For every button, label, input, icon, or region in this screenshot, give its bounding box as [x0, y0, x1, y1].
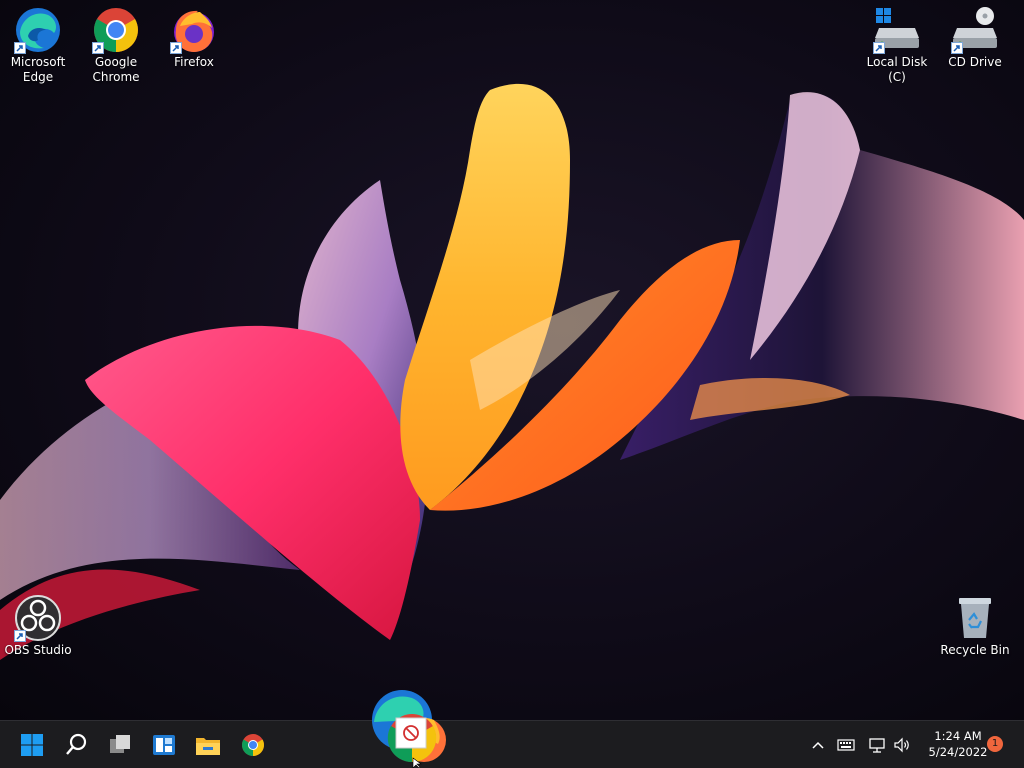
- desktop-icon-label: Firefox: [174, 55, 214, 69]
- clock-time: 1:24 AM: [934, 729, 982, 743]
- chrome-icon: [242, 734, 264, 756]
- show-hidden-icons-button[interactable]: [808, 735, 828, 755]
- widgets-button[interactable]: [148, 729, 180, 761]
- desktop[interactable]: Microsoft Edge Google Chrome Firefox Loc…: [0, 0, 1024, 720]
- desktop-icon-label: Local Disk (C): [866, 55, 928, 84]
- network-button[interactable]: [867, 735, 887, 755]
- widgets-icon: [153, 735, 175, 755]
- hard-drive-icon: [873, 6, 921, 54]
- chrome-icon: [92, 6, 140, 54]
- chrome-taskbar-button[interactable]: [237, 729, 269, 761]
- cd-drive-icon: [951, 6, 999, 54]
- desktop-icon-microsoft-edge[interactable]: Microsoft Edge: [0, 6, 76, 85]
- desktop-icon-cd-drive[interactable]: CD Drive: [937, 6, 1013, 70]
- desktop-icon-local-disk[interactable]: Local Disk (C): [858, 6, 936, 85]
- edge-icon: [14, 6, 62, 54]
- clock-date: 5/24/2022: [928, 745, 988, 759]
- search-icon: [66, 733, 87, 755]
- network-icon: [869, 738, 885, 753]
- desktop-icon-obs-studio[interactable]: OBS Studio: [0, 594, 76, 658]
- firefox-icon: [170, 6, 218, 54]
- obs-studio-icon: [14, 594, 62, 642]
- desktop-icon-label: OBS Studio: [4, 643, 72, 657]
- desktop-icon-label: Edge: [22, 70, 54, 84]
- shortcut-arrow-icon: [14, 630, 26, 642]
- shortcut-arrow-icon: [170, 42, 182, 54]
- drag-preview: [368, 688, 452, 768]
- windows-start-icon: [21, 734, 43, 756]
- task-view-button[interactable]: [104, 729, 136, 761]
- chevron-up-icon: [812, 741, 824, 749]
- task-view-icon: [110, 735, 130, 753]
- desktop-icon-label: CD Drive: [948, 55, 1002, 69]
- shortcut-arrow-icon: [14, 42, 26, 54]
- shortcut-arrow-icon: [92, 42, 104, 54]
- desktop-icon-recycle-bin[interactable]: Recycle Bin: [937, 594, 1013, 658]
- desktop-icon-firefox[interactable]: Firefox: [156, 6, 232, 70]
- clock[interactable]: 1:24 AM 5/24/2022: [918, 728, 998, 760]
- shortcut-arrow-icon: [873, 42, 885, 54]
- wallpaper-bloom: [0, 83, 1024, 660]
- keyboard-button[interactable]: [836, 735, 856, 755]
- desktop-icon-label: Recycle Bin: [940, 643, 1010, 657]
- notification-badge[interactable]: 1: [987, 736, 1003, 752]
- volume-button[interactable]: [892, 735, 912, 755]
- desktop-icon-label: Google: [94, 55, 138, 69]
- speaker-icon: [894, 737, 909, 753]
- search-button[interactable]: [60, 729, 92, 761]
- start-button[interactable]: [16, 729, 48, 761]
- taskbar: 1:24 AM 5/24/2022: [0, 720, 1024, 768]
- desktop-icon-google-chrome[interactable]: Google Chrome: [78, 6, 154, 85]
- desktop-icon-label: Microsoft: [10, 55, 66, 69]
- keyboard-icon: [837, 739, 855, 751]
- file-explorer-button[interactable]: [192, 729, 224, 761]
- shortcut-arrow-icon: [951, 42, 963, 54]
- folder-icon: [196, 738, 220, 755]
- recycle-bin-icon: [951, 594, 999, 642]
- desktop-icon-label: Chrome: [92, 70, 140, 84]
- no-drop-icon: [395, 717, 427, 749]
